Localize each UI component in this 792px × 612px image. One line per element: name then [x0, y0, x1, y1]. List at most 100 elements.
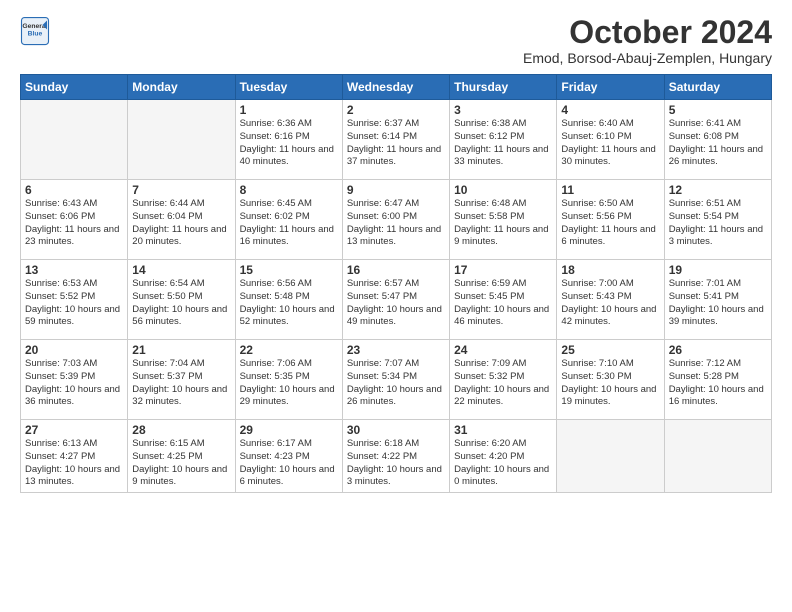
day-number: 31 [454, 423, 552, 437]
day-number: 9 [347, 183, 445, 197]
table-row: 9Sunrise: 6:47 AM Sunset: 6:00 PM Daylig… [342, 180, 449, 260]
day-info: Sunrise: 7:01 AM Sunset: 5:41 PM Dayligh… [669, 278, 767, 329]
header-sunday: Sunday [21, 75, 128, 100]
day-number: 2 [347, 103, 445, 117]
day-info: Sunrise: 7:04 AM Sunset: 5:37 PM Dayligh… [132, 358, 230, 409]
day-number: 8 [240, 183, 338, 197]
day-info: Sunrise: 7:09 AM Sunset: 5:32 PM Dayligh… [454, 358, 552, 409]
table-row: 6Sunrise: 6:43 AM Sunset: 6:06 PM Daylig… [21, 180, 128, 260]
table-row: 25Sunrise: 7:10 AM Sunset: 5:30 PM Dayli… [557, 340, 664, 420]
table-row: 31Sunrise: 6:20 AM Sunset: 4:20 PM Dayli… [450, 420, 557, 493]
day-info: Sunrise: 7:06 AM Sunset: 5:35 PM Dayligh… [240, 358, 338, 409]
header-thursday: Thursday [450, 75, 557, 100]
table-row [21, 100, 128, 180]
day-number: 20 [25, 343, 123, 357]
day-info: Sunrise: 6:20 AM Sunset: 4:20 PM Dayligh… [454, 438, 552, 489]
day-number: 15 [240, 263, 338, 277]
day-info: Sunrise: 6:45 AM Sunset: 6:02 PM Dayligh… [240, 198, 338, 249]
table-row: 26Sunrise: 7:12 AM Sunset: 5:28 PM Dayli… [664, 340, 771, 420]
table-row: 5Sunrise: 6:41 AM Sunset: 6:08 PM Daylig… [664, 100, 771, 180]
table-row: 17Sunrise: 6:59 AM Sunset: 5:45 PM Dayli… [450, 260, 557, 340]
day-info: Sunrise: 6:48 AM Sunset: 5:58 PM Dayligh… [454, 198, 552, 249]
table-row: 30Sunrise: 6:18 AM Sunset: 4:22 PM Dayli… [342, 420, 449, 493]
day-number: 21 [132, 343, 230, 357]
day-info: Sunrise: 6:40 AM Sunset: 6:10 PM Dayligh… [561, 118, 659, 169]
day-number: 22 [240, 343, 338, 357]
day-number: 16 [347, 263, 445, 277]
table-row: 18Sunrise: 7:00 AM Sunset: 5:43 PM Dayli… [557, 260, 664, 340]
day-number: 7 [132, 183, 230, 197]
table-row: 3Sunrise: 6:38 AM Sunset: 6:12 PM Daylig… [450, 100, 557, 180]
table-row: 2Sunrise: 6:37 AM Sunset: 6:14 PM Daylig… [342, 100, 449, 180]
day-number: 23 [347, 343, 445, 357]
day-info: Sunrise: 6:43 AM Sunset: 6:06 PM Dayligh… [25, 198, 123, 249]
table-row: 14Sunrise: 6:54 AM Sunset: 5:50 PM Dayli… [128, 260, 235, 340]
table-row: 27Sunrise: 6:13 AM Sunset: 4:27 PM Dayli… [21, 420, 128, 493]
table-row [664, 420, 771, 493]
day-info: Sunrise: 6:17 AM Sunset: 4:23 PM Dayligh… [240, 438, 338, 489]
day-info: Sunrise: 6:44 AM Sunset: 6:04 PM Dayligh… [132, 198, 230, 249]
table-row: 23Sunrise: 7:07 AM Sunset: 5:34 PM Dayli… [342, 340, 449, 420]
table-row: 8Sunrise: 6:45 AM Sunset: 6:02 PM Daylig… [235, 180, 342, 260]
day-info: Sunrise: 6:41 AM Sunset: 6:08 PM Dayligh… [669, 118, 767, 169]
table-row: 1Sunrise: 6:36 AM Sunset: 6:16 PM Daylig… [235, 100, 342, 180]
day-info: Sunrise: 6:37 AM Sunset: 6:14 PM Dayligh… [347, 118, 445, 169]
day-info: Sunrise: 7:10 AM Sunset: 5:30 PM Dayligh… [561, 358, 659, 409]
day-number: 12 [669, 183, 767, 197]
day-number: 28 [132, 423, 230, 437]
table-row: 11Sunrise: 6:50 AM Sunset: 5:56 PM Dayli… [557, 180, 664, 260]
day-info: Sunrise: 6:18 AM Sunset: 4:22 PM Dayligh… [347, 438, 445, 489]
table-row: 19Sunrise: 7:01 AM Sunset: 5:41 PM Dayli… [664, 260, 771, 340]
day-info: Sunrise: 6:59 AM Sunset: 5:45 PM Dayligh… [454, 278, 552, 329]
table-row: 10Sunrise: 6:48 AM Sunset: 5:58 PM Dayli… [450, 180, 557, 260]
day-info: Sunrise: 6:56 AM Sunset: 5:48 PM Dayligh… [240, 278, 338, 329]
table-row: 22Sunrise: 7:06 AM Sunset: 5:35 PM Dayli… [235, 340, 342, 420]
day-info: Sunrise: 6:50 AM Sunset: 5:56 PM Dayligh… [561, 198, 659, 249]
table-row [557, 420, 664, 493]
day-info: Sunrise: 7:12 AM Sunset: 5:28 PM Dayligh… [669, 358, 767, 409]
calendar-title: October 2024 [523, 16, 772, 48]
header-monday: Monday [128, 75, 235, 100]
day-number: 25 [561, 343, 659, 357]
table-row: 21Sunrise: 7:04 AM Sunset: 5:37 PM Dayli… [128, 340, 235, 420]
day-number: 11 [561, 183, 659, 197]
calendar-page: General Blue October 2024 Emod, Borsod-A… [0, 0, 792, 612]
day-info: Sunrise: 6:47 AM Sunset: 6:00 PM Dayligh… [347, 198, 445, 249]
day-info: Sunrise: 6:13 AM Sunset: 4:27 PM Dayligh… [25, 438, 123, 489]
table-row: 4Sunrise: 6:40 AM Sunset: 6:10 PM Daylig… [557, 100, 664, 180]
day-info: Sunrise: 7:07 AM Sunset: 5:34 PM Dayligh… [347, 358, 445, 409]
table-row: 24Sunrise: 7:09 AM Sunset: 5:32 PM Dayli… [450, 340, 557, 420]
table-row [128, 100, 235, 180]
day-info: Sunrise: 6:53 AM Sunset: 5:52 PM Dayligh… [25, 278, 123, 329]
table-row: 20Sunrise: 7:03 AM Sunset: 5:39 PM Dayli… [21, 340, 128, 420]
header: General Blue October 2024 Emod, Borsod-A… [20, 16, 772, 66]
table-row: 28Sunrise: 6:15 AM Sunset: 4:25 PM Dayli… [128, 420, 235, 493]
day-number: 30 [347, 423, 445, 437]
logo-icon: General Blue [20, 16, 50, 46]
day-number: 17 [454, 263, 552, 277]
logo: General Blue [20, 16, 50, 46]
day-number: 24 [454, 343, 552, 357]
day-info: Sunrise: 7:00 AM Sunset: 5:43 PM Dayligh… [561, 278, 659, 329]
day-info: Sunrise: 6:38 AM Sunset: 6:12 PM Dayligh… [454, 118, 552, 169]
header-friday: Friday [557, 75, 664, 100]
day-info: Sunrise: 6:36 AM Sunset: 6:16 PM Dayligh… [240, 118, 338, 169]
svg-text:Blue: Blue [28, 31, 43, 38]
day-number: 19 [669, 263, 767, 277]
day-info: Sunrise: 6:51 AM Sunset: 5:54 PM Dayligh… [669, 198, 767, 249]
day-number: 10 [454, 183, 552, 197]
table-row: 13Sunrise: 6:53 AM Sunset: 5:52 PM Dayli… [21, 260, 128, 340]
day-number: 29 [240, 423, 338, 437]
title-block: October 2024 Emod, Borsod-Abauj-Zemplen,… [523, 16, 772, 66]
day-info: Sunrise: 6:54 AM Sunset: 5:50 PM Dayligh… [132, 278, 230, 329]
header-saturday: Saturday [664, 75, 771, 100]
header-tuesday: Tuesday [235, 75, 342, 100]
day-number: 14 [132, 263, 230, 277]
calendar-table: Sunday Monday Tuesday Wednesday Thursday… [20, 74, 772, 493]
table-row: 12Sunrise: 6:51 AM Sunset: 5:54 PM Dayli… [664, 180, 771, 260]
weekday-header-row: Sunday Monday Tuesday Wednesday Thursday… [21, 75, 772, 100]
day-number: 18 [561, 263, 659, 277]
day-info: Sunrise: 6:57 AM Sunset: 5:47 PM Dayligh… [347, 278, 445, 329]
table-row: 16Sunrise: 6:57 AM Sunset: 5:47 PM Dayli… [342, 260, 449, 340]
day-info: Sunrise: 6:15 AM Sunset: 4:25 PM Dayligh… [132, 438, 230, 489]
